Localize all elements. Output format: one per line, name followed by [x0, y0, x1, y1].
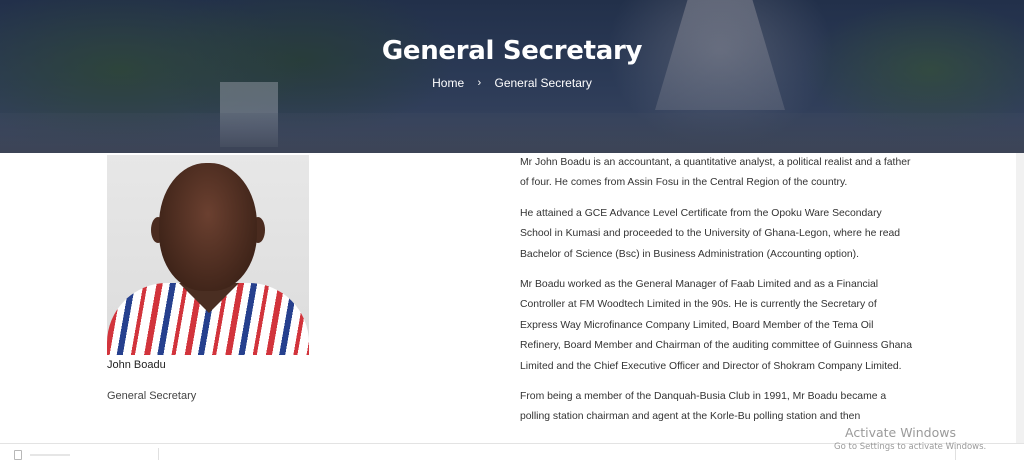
- breadcrumb-home-link[interactable]: Home: [432, 76, 464, 90]
- breadcrumb-current: General Secretary: [494, 75, 592, 90]
- profile-name: John Boadu: [107, 359, 166, 371]
- profile-photo: [107, 155, 309, 355]
- bio-paragraph: From being a member of the Danquah-Busia…: [520, 391, 887, 423]
- windows-activation-watermark: Activate Windows Go to Settings to activ…: [834, 425, 986, 452]
- bio-paragraph: Mr John Boadu is an accountant, a quanti…: [520, 157, 911, 189]
- page-title: General Secretary: [381, 36, 643, 66]
- bio-paragraph: Mr Boadu worked as the General Manager o…: [520, 279, 912, 372]
- chevron-right-icon: ›: [477, 76, 482, 89]
- status-bar-divider: [158, 448, 159, 460]
- biography-text: Mr John Boadu is an accountant, a quanti…: [520, 153, 915, 438]
- bio-paragraph: He attained a GCE Advance Level Certific…: [520, 207, 901, 260]
- hero-ground-shape: [0, 113, 1024, 153]
- profile-role: General Secretary: [107, 390, 197, 402]
- watermark-line-2: Go to Settings to activate Windows.: [834, 442, 987, 452]
- watermark-line-1: Activate Windows: [845, 425, 956, 440]
- page-hero-banner: General Secretary Home › General Secreta…: [0, 0, 1024, 153]
- status-bar-placeholder: [30, 454, 70, 456]
- page-scrollbar[interactable]: [1016, 153, 1024, 443]
- photo-head: [159, 163, 257, 291]
- breadcrumb: Home › General Secretary: [0, 75, 1024, 90]
